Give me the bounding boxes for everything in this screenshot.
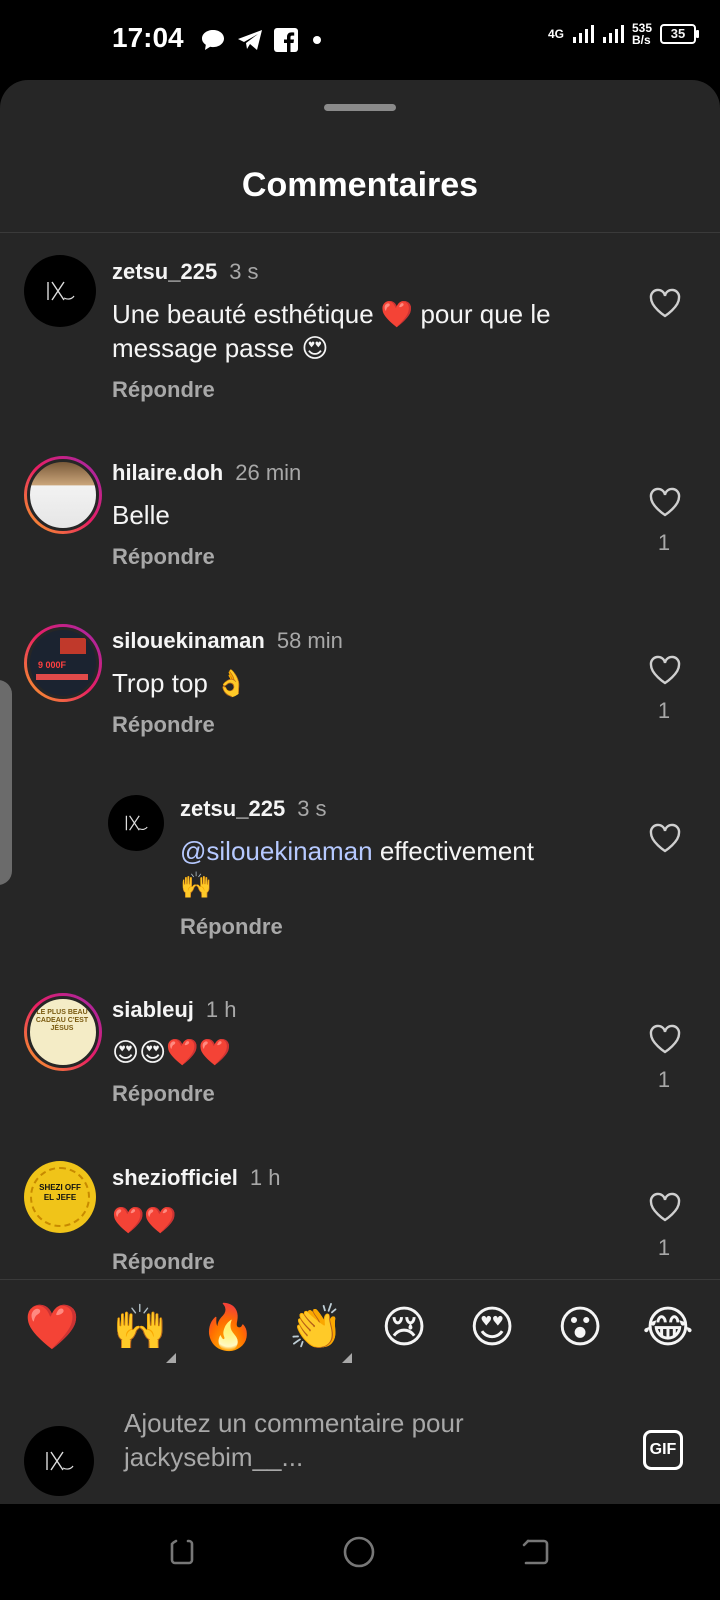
like-heart-icon[interactable] (648, 1191, 682, 1223)
comment-text: ❤️❤️ (112, 1205, 177, 1235)
my-avatar[interactable] (24, 1426, 94, 1496)
skin-tone-indicator (166, 1353, 176, 1363)
divider (0, 232, 720, 233)
comment-time: 3 s (297, 796, 327, 821)
like-heart-icon[interactable] (648, 1023, 682, 1055)
comment-text: Trop top 👌 (112, 668, 248, 698)
like-heart-icon[interactable] (648, 822, 682, 854)
comment-time: 26 min (235, 460, 302, 485)
reply-button[interactable]: Répondre (112, 544, 215, 570)
avatar-caption: LE PLUS BEAU CADEAU C'EST JÉSUS (35, 1009, 89, 1032)
avatar[interactable] (108, 795, 164, 851)
emoji-heart-eyes[interactable]: 😍 (462, 1302, 522, 1354)
mention-link[interactable]: @silouekinaman (180, 836, 373, 866)
like-heart-icon[interactable] (648, 486, 682, 518)
status-time: 17:04 (112, 22, 184, 53)
comment-time: 58 min (276, 628, 343, 653)
emoji-raised-hands[interactable]: 🙌 (110, 1302, 170, 1354)
page-title: Commentaires (241, 166, 479, 204)
signal-icon-2 (602, 25, 624, 43)
network-speed: 535 B/s (631, 21, 652, 47)
facebook-icon (274, 28, 298, 52)
comment-text: Une beauté esthétique ❤️ pour que le mes… (112, 299, 551, 363)
avatar-caption: 9 000F (38, 660, 67, 670)
avatar[interactable] (24, 456, 102, 534)
notification-icons (200, 22, 326, 58)
comment-username[interactable]: siableuj 1 h (112, 997, 237, 1023)
emoji-surprised[interactable]: 😮 (550, 1302, 610, 1354)
comment-composer: Ajoutez un commentaire pour jackysebim__… (0, 1376, 720, 1504)
reply-button[interactable]: Répondre (112, 712, 215, 738)
chat-bubble-icon (202, 30, 224, 50)
back-icon[interactable] (520, 1536, 552, 1568)
logo-icon (125, 815, 148, 831)
network-type: 4G (547, 27, 564, 41)
comment-text: 😍😍❤️❤️ (112, 1037, 231, 1067)
emoji-clapping[interactable]: 👏 (286, 1302, 346, 1354)
comment-username[interactable]: zetsu_225 3 s (180, 796, 327, 822)
like-count: 1 (657, 1067, 671, 1092)
gif-button[interactable]: GIF (643, 1430, 683, 1470)
comment-time: 1 h (205, 997, 237, 1022)
comment-time: 3 s (229, 259, 259, 284)
navigation-bar (0, 1504, 720, 1600)
emoji-crying[interactable]: 😢 (374, 1302, 434, 1354)
like-count: 1 (657, 698, 671, 723)
skin-tone-indicator (342, 1353, 352, 1363)
battery-icon: 35 (660, 24, 699, 44)
emoji-heart[interactable]: ❤️ (22, 1302, 82, 1354)
telegram-icon (238, 30, 262, 50)
reply-button[interactable]: Répondre (112, 1081, 215, 1107)
avatar[interactable]: 9 000F (24, 624, 102, 702)
edge-panel-handle[interactable] (0, 680, 12, 885)
comment-input[interactable]: Ajoutez un commentaire pour jackysebim__… (124, 1406, 584, 1474)
emoji-fire[interactable]: 🔥 (198, 1302, 258, 1354)
reply-button[interactable]: Répondre (180, 914, 283, 940)
avatar-caption: SHEZI OFF EL JEFE (39, 1183, 81, 1202)
comment-username[interactable]: hilaire.doh 26 min (112, 460, 301, 486)
reply-button[interactable]: Répondre (112, 1249, 215, 1275)
logo-icon (47, 281, 75, 301)
dot-icon (313, 36, 321, 44)
emoji-reaction-bar: ❤️ 🙌 🔥 👏 😢 😍 😮 😂 (0, 1279, 720, 1377)
avatar[interactable]: LE PLUS BEAU CADEAU C'EST JÉSUS (24, 993, 102, 1071)
status-bar: 17:04 4G 535 B/s 35 (0, 0, 720, 80)
battery-level: 35 (670, 26, 686, 41)
comment-time: 1 h (249, 1165, 281, 1190)
like-heart-icon[interactable] (648, 654, 682, 686)
comment-username[interactable]: sheziofficiel 1 h (112, 1165, 281, 1191)
system-icons: 4G 535 B/s 35 (547, 21, 699, 47)
comment-username[interactable]: zetsu_225 3 s (112, 259, 259, 285)
comment-text: Belle (112, 500, 170, 530)
comment-text: @silouekinaman effectivement 🙌 (180, 836, 534, 900)
like-count: 1 (657, 1235, 671, 1260)
home-icon[interactable] (342, 1535, 376, 1569)
recents-icon[interactable] (166, 1536, 198, 1568)
like-heart-icon[interactable] (648, 287, 682, 319)
avatar[interactable]: SHEZI OFF EL JEFE (24, 1161, 96, 1233)
reply-button[interactable]: Répondre (112, 377, 215, 403)
drag-handle[interactable] (324, 104, 396, 111)
signal-icon-1 (572, 25, 594, 43)
comment-username[interactable]: silouekinaman 58 min (112, 628, 343, 654)
like-count: 1 (657, 530, 671, 555)
logo-icon (46, 1451, 74, 1471)
avatar[interactable] (24, 255, 96, 327)
emoji-laughing[interactable]: 😂 (638, 1302, 698, 1354)
